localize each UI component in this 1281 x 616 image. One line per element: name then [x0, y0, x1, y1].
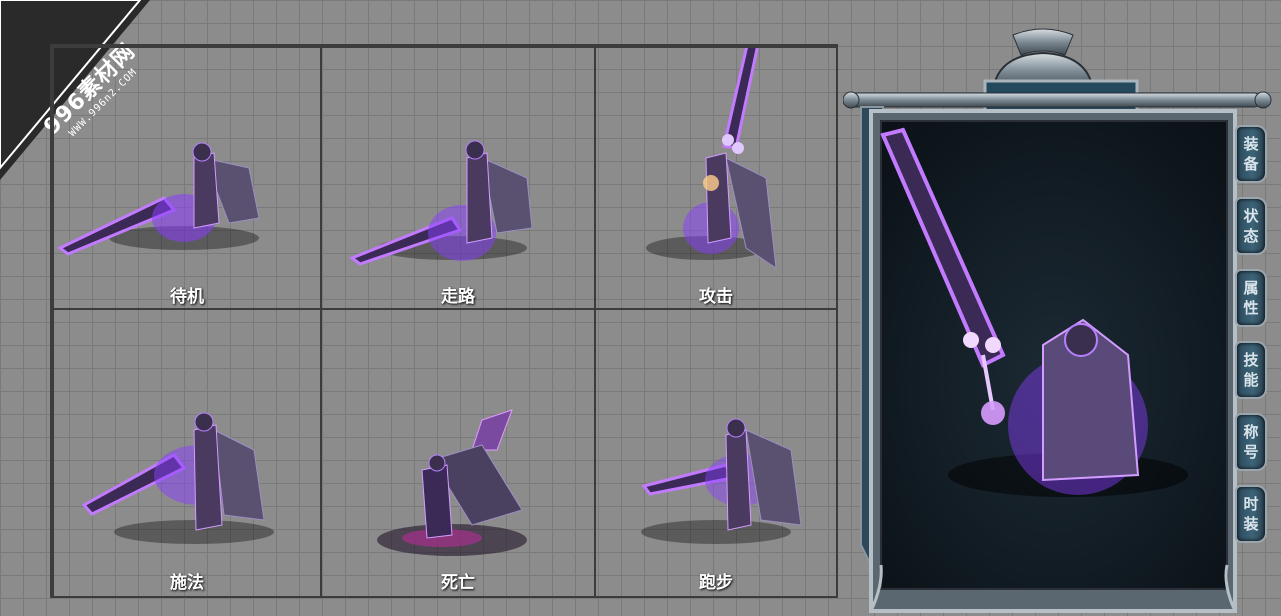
panel-idle[interactable]: 待机 [52, 46, 322, 310]
panel-death[interactable]: 死亡 [320, 308, 596, 598]
character-window: 装 备 状 态 属 性 技 能 称 号 时 装 [843, 25, 1281, 616]
tab-char: 态 [1243, 227, 1259, 245]
tab-char: 能 [1243, 371, 1259, 389]
panel-label: 施法 [170, 573, 204, 593]
idle-sprite [57, 142, 260, 256]
panel-walk[interactable]: 走路 [320, 46, 596, 310]
tab-char: 装 [1243, 515, 1259, 533]
tab-char: 状 [1243, 207, 1259, 225]
panel-label: 死亡 [441, 573, 475, 593]
panel-attack[interactable]: 攻击 [594, 46, 838, 310]
tab-status[interactable]: 状 态 [1235, 197, 1267, 255]
animation-grid: 待机 走路 攻击 施法 死亡 跑步 [50, 44, 838, 598]
tab-fashion[interactable]: 时 装 [1235, 485, 1267, 543]
tab-equipment[interactable]: 装 备 [1235, 125, 1267, 183]
tab-char: 时 [1243, 495, 1259, 513]
cast-sprite [81, 412, 274, 544]
walk-sprite [348, 140, 533, 266]
tab-skills[interactable]: 技 能 [1235, 341, 1267, 399]
attack-sprite [646, 48, 777, 270]
run-sprite [641, 418, 802, 544]
panel-label: 待机 [170, 287, 204, 307]
tab-char: 装 [1243, 135, 1259, 153]
tab-attributes[interactable]: 属 性 [1235, 269, 1267, 327]
death-sprite [377, 409, 527, 556]
panel-cast[interactable]: 施法 [52, 308, 322, 598]
tab-char: 性 [1243, 299, 1259, 317]
panel-label: 走路 [441, 287, 475, 307]
character-window-frame [843, 28, 1272, 613]
tab-char: 称 [1243, 423, 1259, 441]
tab-char: 备 [1243, 155, 1259, 173]
tab-titles[interactable]: 称 号 [1235, 413, 1267, 471]
tab-char: 号 [1243, 443, 1259, 461]
panel-label: 跑步 [699, 573, 733, 593]
tab-char: 技 [1243, 351, 1259, 369]
panel-run[interactable]: 跑步 [594, 308, 838, 598]
panel-label: 攻击 [699, 287, 733, 307]
tab-char: 属 [1243, 279, 1259, 297]
